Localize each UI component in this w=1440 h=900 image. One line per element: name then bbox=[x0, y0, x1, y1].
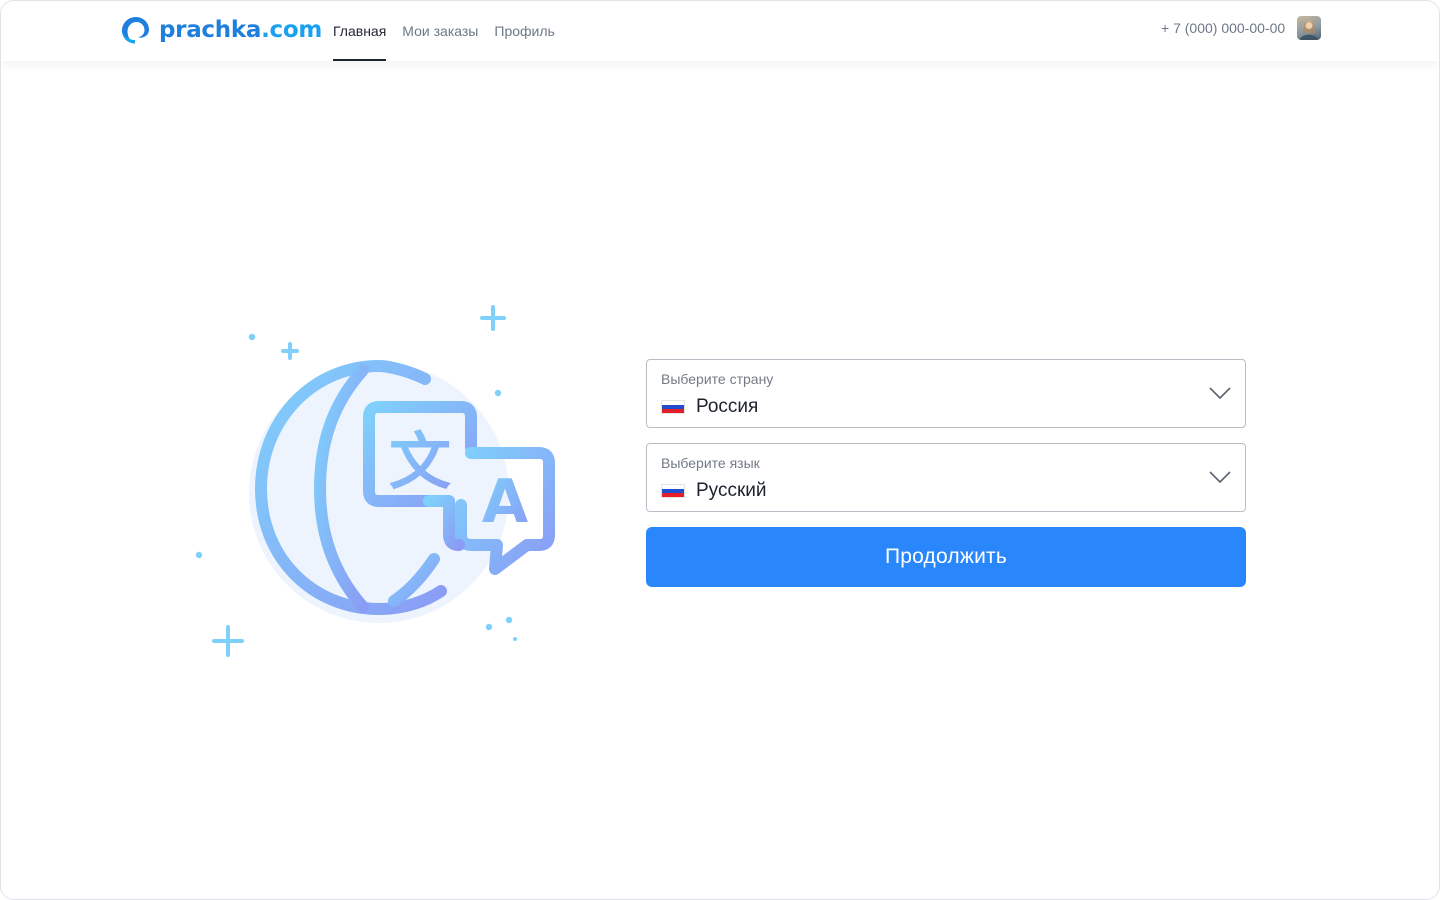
latin-glyph: A bbox=[482, 467, 529, 537]
language-select[interactable]: Выберите язык Русский bbox=[646, 443, 1246, 512]
main-nav: Главная Мои заказы Профиль bbox=[333, 1, 571, 61]
nav-item-my-orders[interactable]: Мои заказы bbox=[402, 1, 478, 61]
country-select-label: Выберите страну bbox=[661, 371, 774, 387]
logo-swirl-icon bbox=[122, 17, 149, 44]
globe-translate-illustration: 文 A bbox=[189, 297, 569, 667]
phone-number[interactable]: + 7 (000) 000-00-00 bbox=[1161, 20, 1285, 36]
chevron-down-icon[interactable] bbox=[1209, 386, 1231, 400]
locale-form: Выберите страну Россия Выберите язык Рус… bbox=[646, 359, 1246, 587]
country-select[interactable]: Выберите страну Россия bbox=[646, 359, 1246, 428]
app-window: prachka.com Главная Мои заказы Профиль +… bbox=[0, 0, 1440, 900]
nav-item-profile[interactable]: Профиль bbox=[494, 1, 554, 61]
logo-text: prachka.com bbox=[159, 17, 323, 43]
country-select-value: Россия bbox=[696, 396, 759, 417]
russia-flag-icon bbox=[661, 400, 685, 414]
logo[interactable]: prachka.com bbox=[119, 14, 322, 46]
avatar-photo-icon bbox=[1300, 20, 1318, 40]
continue-button[interactable]: Продолжить bbox=[646, 527, 1246, 587]
globe-translate-icon: 文 A bbox=[195, 305, 555, 657]
chinese-glyph: 文 bbox=[389, 425, 451, 498]
nav-item-home[interactable]: Главная bbox=[333, 1, 387, 61]
top-header: prachka.com Главная Мои заказы Профиль +… bbox=[1, 1, 1439, 61]
language-select-label: Выберите язык bbox=[661, 455, 760, 471]
russia-flag-icon bbox=[661, 484, 685, 498]
user-avatar[interactable] bbox=[1297, 16, 1321, 40]
chevron-down-icon[interactable] bbox=[1209, 470, 1231, 484]
language-select-value: Русский bbox=[696, 480, 767, 501]
